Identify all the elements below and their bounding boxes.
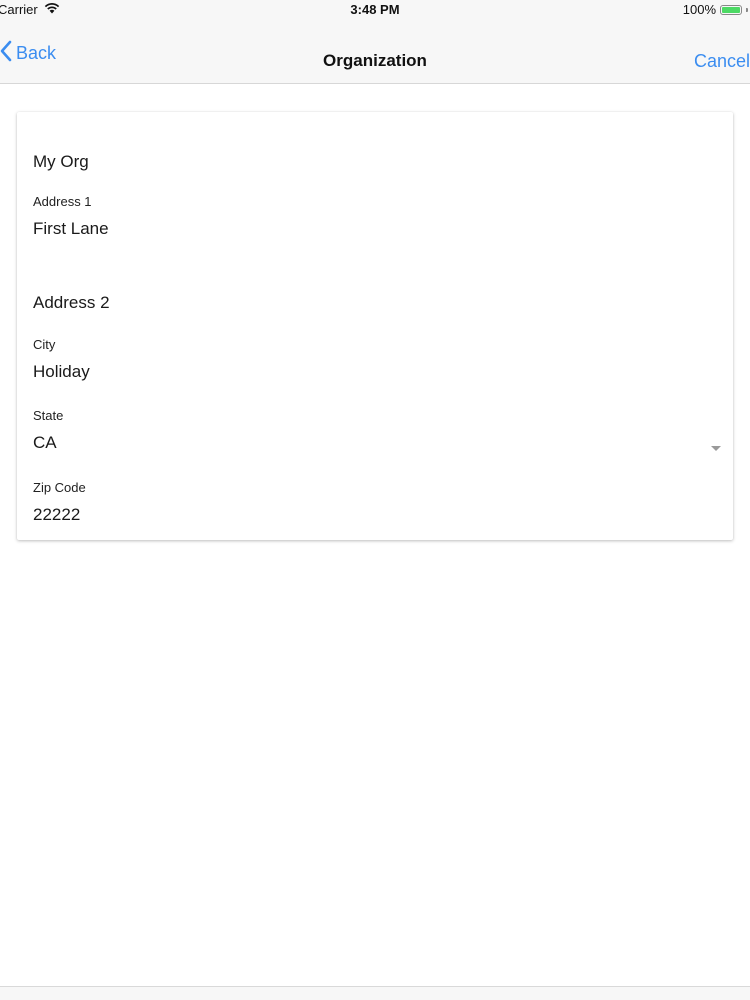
state-value: CA (33, 433, 57, 452)
battery-cap (746, 7, 748, 12)
address1-value: First Lane (33, 219, 109, 238)
city-value: Holiday (33, 362, 90, 381)
page-title: Organization (0, 51, 750, 71)
address2-placeholder: Address 2 (33, 293, 110, 312)
city-field[interactable]: City Holiday (33, 337, 717, 382)
cancel-button[interactable]: Cancel (694, 51, 750, 72)
page-title-text: Organization (323, 51, 427, 70)
address1-field[interactable]: Address 1 First Lane (33, 194, 717, 239)
zip-code-field[interactable]: Zip Code 22222 (33, 480, 717, 525)
state-label: State (33, 408, 64, 423)
bottom-toolbar (0, 986, 750, 1000)
battery-group: 100% (683, 2, 748, 17)
battery-percent: 100% (682, 2, 716, 17)
status-time: 3:48 PM (350, 2, 400, 17)
status-bar: Carrier 3:48 PM 100% (0, 0, 750, 20)
org-name-value: My Org (33, 152, 89, 171)
organization-form-card: My Org Address 1 First Lane Address 2 Ci… (17, 112, 733, 540)
city-label: City (33, 337, 56, 352)
address1-label: Address 1 (33, 194, 92, 209)
battery-icon (720, 4, 742, 15)
battery-level-fill (722, 6, 740, 13)
zip-code-value: 22222 (33, 505, 81, 524)
state-select[interactable]: State CA (33, 408, 721, 453)
dropdown-caret-icon[interactable] (711, 446, 721, 451)
navigation-bar: Back Organization Cancel (0, 20, 750, 84)
org-name-field[interactable]: My Org (33, 152, 717, 172)
address2-field[interactable]: Address 2 (33, 293, 717, 313)
zip-code-label: Zip Code (33, 480, 86, 495)
